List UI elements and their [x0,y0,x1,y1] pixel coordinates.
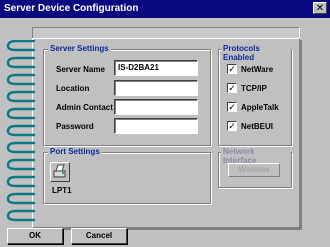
netware-checkbox[interactable]: ✓ [227,64,237,74]
appletalk-checkbox[interactable]: ✓ [227,102,237,112]
server-settings-group: Server Settings Server Name IS-D2BA21 Lo… [43,44,211,146]
configuration-window: Server Device Configuration ✕ Server Set… [0,0,330,247]
netbeui-checkbox[interactable]: ✓ [227,121,237,131]
location-input[interactable] [114,80,198,96]
protocols-group: Protocols Enabled ✓ NetWare ✓ TCP/IP ✓ A… [218,44,292,146]
password-label: Password [56,122,94,131]
wireless-button[interactable]: Wireless [228,163,280,177]
server-name-input[interactable]: IS-D2BA21 [114,60,198,76]
title-bar: Server Device Configuration ✕ [0,0,330,18]
lpt1-label: LPT1 [52,186,72,195]
network-interface-group: Network Interface Wireless [218,147,292,188]
server-name-label: Server Name [56,65,105,74]
port-settings-group: Port Settings LPT1 [43,147,211,204]
window-title: Server Device Configuration [4,3,139,14]
netware-label: NetWare [241,65,274,74]
server-settings-title: Server Settings [48,44,111,53]
cancel-button[interactable]: Cancel [71,228,127,244]
netbeui-label: NetBEUI [241,122,274,131]
ok-button[interactable]: OK [7,228,63,244]
protocols-title: Protocols Enabled [221,44,291,62]
spiral-binding [6,40,36,222]
tcpip-label: TCP/IP [241,84,267,93]
admin-contact-label: Admin Contact [56,103,113,112]
tcpip-checkbox[interactable]: ✓ [227,83,237,93]
lpt1-port-button[interactable] [50,162,70,182]
printer-icon [53,164,66,178]
close-icon: ✕ [315,3,325,14]
location-label: Location [56,84,90,93]
close-button[interactable]: ✕ [313,2,327,14]
appletalk-label: AppleTalk [241,103,279,112]
password-input[interactable] [114,118,198,134]
dialog-body: Server Settings Server Name IS-D2BA21 Lo… [4,24,325,239]
admin-contact-input[interactable] [114,99,198,115]
notebook-page: Server Settings Server Name IS-D2BA21 Lo… [32,38,300,228]
port-settings-title: Port Settings [48,147,102,156]
